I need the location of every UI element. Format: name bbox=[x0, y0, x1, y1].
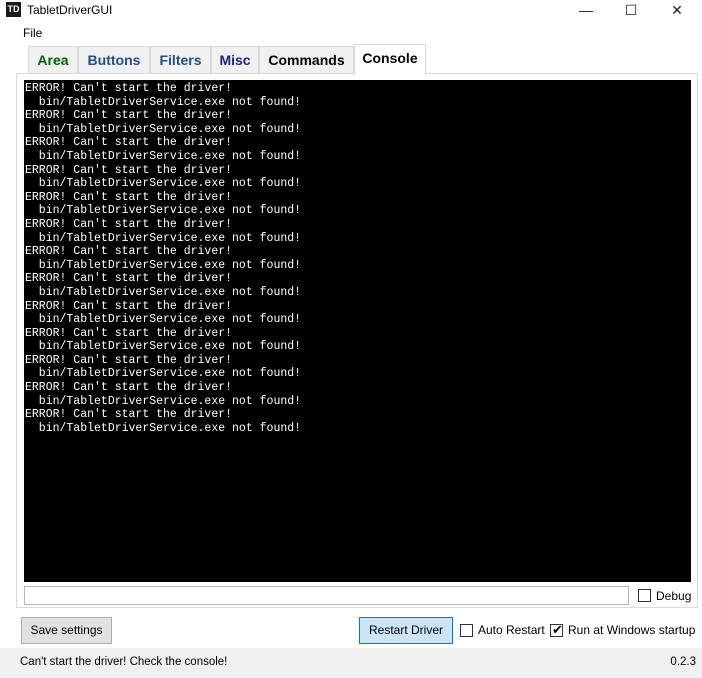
check-mark-icon: ✔ bbox=[552, 622, 563, 637]
auto-restart-label: Auto Restart bbox=[478, 623, 545, 637]
window-title: TabletDriverGUI bbox=[27, 3, 113, 17]
tab-commands[interactable]: Commands bbox=[259, 46, 354, 73]
tab-console[interactable]: Console bbox=[354, 44, 426, 75]
restart-driver-button[interactable]: Restart Driver bbox=[359, 617, 453, 644]
run-at-startup-label: Run at Windows startup bbox=[568, 623, 696, 637]
status-message: Can't start the driver! Check the consol… bbox=[20, 656, 228, 668]
run-at-startup-checkbox[interactable]: ✔ bbox=[550, 622, 563, 637]
tab-filters[interactable]: Filters bbox=[150, 46, 211, 73]
app-icon: TD bbox=[6, 2, 21, 17]
save-settings-button[interactable]: Save settings bbox=[21, 617, 112, 644]
tab-area[interactable]: Area bbox=[28, 46, 78, 73]
debug-checkbox[interactable] bbox=[638, 589, 651, 602]
console-output[interactable]: ERROR! Can't start the driver! bin/Table… bbox=[24, 80, 691, 582]
close-button[interactable]: ✕ bbox=[654, 0, 700, 22]
auto-restart-checkbox[interactable] bbox=[460, 624, 473, 637]
maximize-button[interactable]: ☐ bbox=[608, 0, 654, 22]
tab-misc[interactable]: Misc bbox=[211, 46, 259, 73]
debug-label: Debug bbox=[656, 589, 692, 603]
console-command-input[interactable] bbox=[24, 586, 629, 605]
tab-buttons[interactable]: Buttons bbox=[78, 46, 150, 73]
status-bar: Can't start the driver! Check the consol… bbox=[0, 648, 702, 678]
title-bar: TD TabletDriverGUI — ☐ ✕ bbox=[0, 0, 702, 22]
menu-file[interactable]: File bbox=[23, 26, 42, 40]
version-label: 0.2.3 bbox=[670, 656, 696, 668]
menu-bar: File bbox=[0, 24, 702, 42]
minimize-button[interactable]: — bbox=[563, 0, 609, 22]
